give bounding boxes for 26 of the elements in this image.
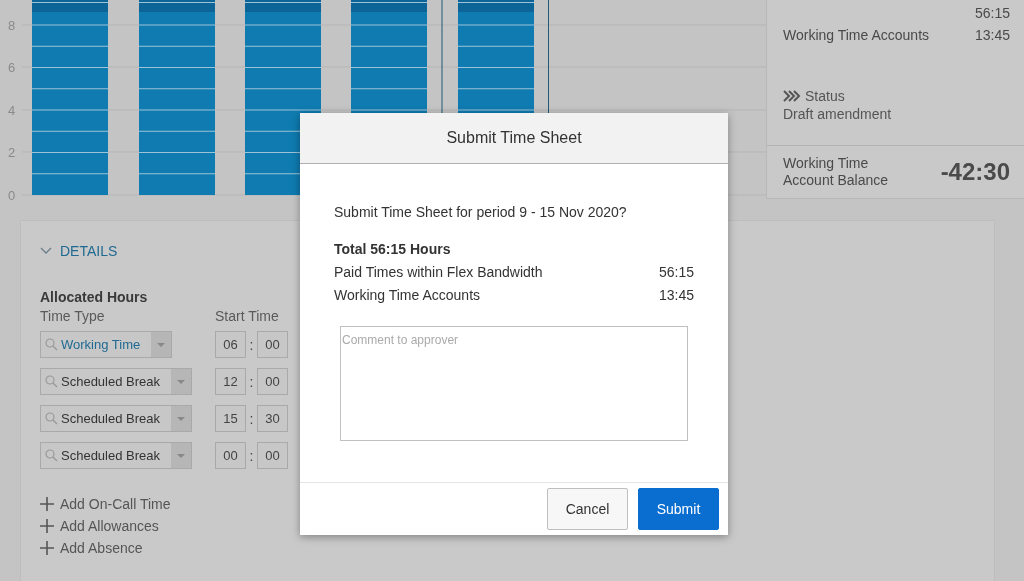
- summary-label: Working Time Accounts: [783, 26, 930, 45]
- hours-label: Working Time Accounts: [334, 287, 481, 303]
- question-text: Submit Time Sheet for period 9 - 15 Nov 2020?: [334, 204, 628, 220]
- hours-value: 13:45: [658, 287, 694, 303]
- axis-label: 6: [8, 60, 16, 75]
- status-value: Draft amendment: [783, 105, 893, 123]
- axis-label: 8: [8, 18, 16, 33]
- time-separator: :: [248, 336, 255, 353]
- hours-value: 56:15: [658, 264, 694, 280]
- section-title: Allocated Hours: [40, 289, 148, 305]
- column-header: Start Time: [215, 308, 280, 324]
- time-separator: :: [248, 373, 255, 390]
- total-hours: Total 56:15 Hours: [334, 241, 452, 257]
- summary-value: 13:45: [974, 26, 1010, 45]
- axis-label: 2: [8, 145, 16, 160]
- time-separator: :: [248, 410, 255, 427]
- time-separator: :: [248, 447, 255, 464]
- summary-value: 56:15: [974, 4, 1010, 23]
- balance-label: Working Time Account Balance: [783, 155, 890, 189]
- hours-label: Paid Times within Flex Bandwidth: [334, 264, 543, 280]
- status-label: Status: [805, 87, 845, 105]
- axis-label: 0: [8, 188, 16, 203]
- balance-value: -42:30: [940, 158, 1010, 186]
- dialog-title: Submit Time Sheet: [446, 129, 582, 147]
- axis-label: 4: [8, 103, 16, 118]
- column-header: Time Type: [40, 308, 106, 324]
